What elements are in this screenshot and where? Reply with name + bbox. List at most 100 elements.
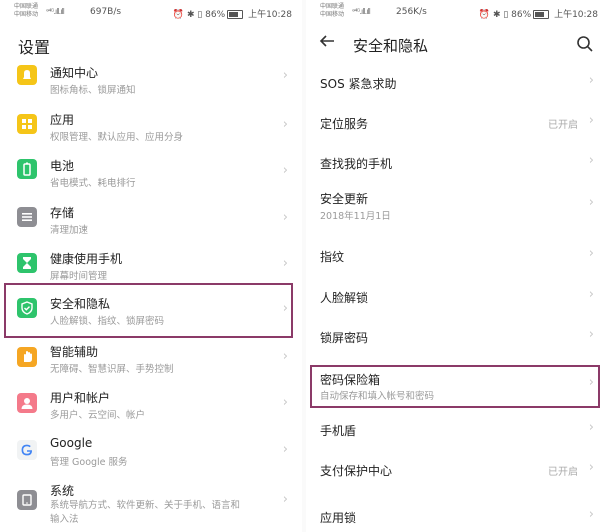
item-title: 电池 [50,159,75,173]
search-icon[interactable] [576,35,594,53]
item-subtitle: 2018年11月1日 [320,211,391,222]
status-right: ⏰ ✱ ▯ 86% 上午10:28 [479,7,598,20]
settings-item-smart-assistance[interactable]: 智能辅助 无障碍、智慧识屏、手势控制 › [0,341,302,385]
chevron-right-icon: › [588,153,594,168]
chevron-right-icon: › [588,73,594,88]
settings-item-storage[interactable]: 存储 清理加速 › [0,202,302,246]
clock: 上午10:28 [248,10,292,20]
highlight-frame [4,283,293,338]
chevron-right-icon: › [282,442,288,457]
item-title: 健康使用手机 [50,252,123,266]
back-arrow-icon[interactable] [318,32,336,55]
battery-percent: 86% [511,10,532,20]
settings-item-users-accounts[interactable]: 用户和帐户 多用户、云空间、帐户 › [0,387,302,431]
hand-icon [17,347,37,367]
chevron-right-icon: › [282,163,288,178]
apps-grid-icon [17,114,37,134]
carrier-labels: 中国联通 中国移动 [14,3,38,19]
item-title: 智能辅助 [50,345,99,359]
chevron-right-icon: › [282,492,288,507]
item-title: 支付保护中心 [320,464,393,478]
google-icon [17,440,37,460]
settings-screen: 中国联通 中国移动 ᵊ⁴ᴳ.ıll.ıll 697B/s ⏰ ✱ ▯ 86% 上… [0,0,302,532]
item-title: 安全更新 [320,192,369,206]
chevron-right-icon: › [282,117,288,132]
item-title: 用户和帐户 [50,391,111,405]
item-title: 查找我的手机 [320,157,393,171]
security-item-location[interactable]: 定位服务 已开启 › [306,112,608,134]
chevron-right-icon: › [588,287,594,302]
item-title: Google [50,436,93,450]
carrier-1: 中国联通 [320,3,345,10]
security-item-phone-shield[interactable]: 手机盾 › [306,419,608,441]
security-item-sos[interactable]: SOS 紧急求助 › [306,72,608,94]
clock: 上午10:28 [554,10,598,20]
settings-item-apps[interactable]: 应用 权限管理、默认应用、应用分身 › [0,109,302,153]
item-title: 手机盾 [320,424,357,438]
item-subtitle: 多用户、云空间、帐户 [50,410,146,421]
carrier-labels: 中国联通 中国移动 [320,3,344,19]
hourglass-icon [17,253,37,273]
signal-icon: ᵊ⁴ᴳ.ıll.ıll [46,7,65,16]
security-item-find-my-phone[interactable]: 查找我的手机 › [306,152,608,174]
settings-item-google[interactable]: Google 管理 Google 服务 › [0,434,302,478]
chevron-right-icon: › [282,256,288,271]
chevron-right-icon: › [282,395,288,410]
battery-icon [533,10,550,19]
chevron-right-icon: › [588,195,594,210]
item-title: 定位服务 [320,117,369,131]
battery-icon [17,159,37,179]
item-title: 应用锁 [320,511,357,525]
item-title: 通知中心 [50,66,99,80]
item-title: 应用 [50,113,75,127]
item-title: 指纹 [320,250,345,264]
status-bar: 中国联通 中国移动 ᵊ⁴ᴳ.ıll.ıll 256K/s ⏰ ✱ ▯ 86% 上… [306,0,608,26]
battery-icon [227,10,244,19]
chevron-right-icon: › [282,68,288,83]
system-icon [17,490,37,510]
settings-item-battery[interactable]: 电池 省电模式、耗电排行 › [0,155,302,199]
chevron-right-icon: › [588,507,594,522]
network-speed: 697B/s [90,7,122,17]
security-item-fingerprint[interactable]: 指纹 › [306,245,608,267]
security-item-lock-screen-password[interactable]: 锁屏密码 › [306,326,608,348]
item-subtitle: 清理加速 [50,225,89,236]
page-title: 设置 [18,38,51,57]
chevron-right-icon: › [282,349,288,364]
item-subtitle: 系统导航方式、软件更新、关于手机、语言和输入法 [50,500,241,525]
carrier-1: 中国联通 [14,3,39,10]
security-item-security-update[interactable]: 安全更新 2018年11月1日 › [306,188,608,228]
security-item-face-unlock[interactable]: 人脸解锁 › [306,286,608,308]
chevron-right-icon: › [588,113,594,128]
battery-percent: 86% [205,10,226,20]
item-subtitle: 图标角标、锁屏通知 [50,85,136,96]
item-subtitle: 省电模式、耗电排行 [50,178,136,189]
item-title: 锁屏密码 [320,331,369,345]
status-icons: ⏰ ✱ ▯ [478,10,509,20]
bell-icon [17,65,37,85]
security-privacy-screen: 中国联通 中国移动 ᵊ⁴ᴳ.ıll.ıll 256K/s ⏰ ✱ ▯ 86% 上… [306,0,608,532]
chevron-right-icon: › [588,327,594,342]
settings-item-system[interactable]: 系统 系统导航方式、软件更新、关于手机、语言和输入法 › [0,480,302,532]
item-title: SOS 紧急求助 [320,77,397,91]
security-item-app-lock[interactable]: 应用锁 › [306,506,608,528]
network-speed: 256K/s [396,7,427,17]
status-right: ⏰ ✱ ▯ 86% 上午10:28 [173,7,292,20]
storage-icon [17,207,37,227]
security-item-payment-protection[interactable]: 支付保护中心 已开启 › [306,459,608,481]
item-subtitle: 管理 Google 服务 [50,457,128,468]
page-title: 安全和隐私 [353,37,429,55]
item-subtitle: 权限管理、默认应用、应用分身 [50,132,184,143]
item-status: 已开启 [548,120,578,131]
chevron-right-icon: › [588,460,594,475]
chevron-right-icon: › [588,420,594,435]
status-icons: ⏰ ✱ ▯ [172,10,203,20]
item-status: 已开启 [548,467,578,478]
user-icon [17,393,37,413]
item-title: 系统 [50,484,75,498]
item-title: 存储 [50,206,75,220]
item-subtitle: 无障碍、智慧识屏、手势控制 [50,364,174,375]
settings-item-notification-center[interactable]: 通知中心 图标角标、锁屏通知 › [0,62,302,106]
app-bar: 安全和隐私 [306,28,608,60]
chevron-right-icon: › [282,210,288,225]
